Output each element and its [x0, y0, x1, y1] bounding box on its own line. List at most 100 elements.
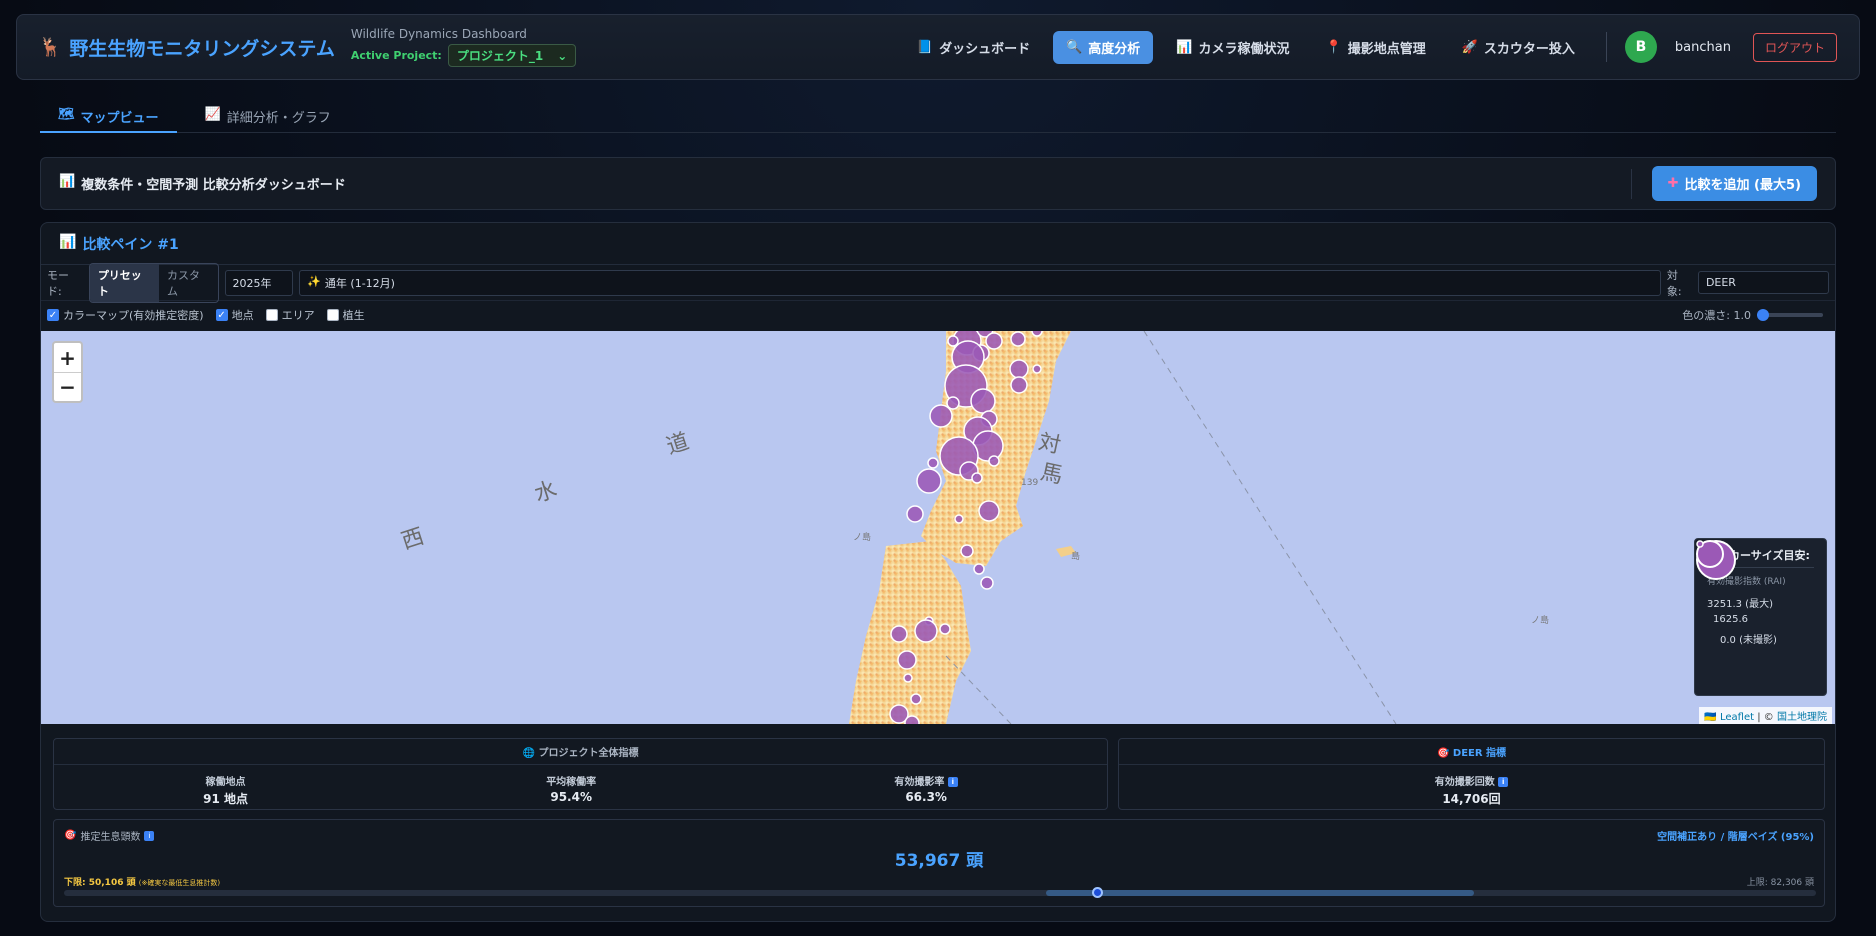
mode-label: モード: [47, 268, 69, 298]
estimate-label: 🎯 推定生息頭数 i [64, 828, 155, 843]
nav-scouter-label: スカウター投入 [1483, 41, 1575, 57]
comparison-section-bar: 📊 複数条件・空間予測 比較分析ダッシュボード ✚ 比較を追加 (最大5) [40, 157, 1836, 210]
estimate-lower-note: (※確実な最低生息推計数) [138, 879, 221, 887]
attribution-separator: | © [1757, 712, 1774, 723]
nav-dashboard[interactable]: 📘 ダッシュボード [904, 31, 1043, 64]
legend-row-zero: 0.0 (未撮影) [1696, 540, 1814, 646]
plus-icon: ✚ [1667, 176, 1679, 191]
checkbox-icon[interactable] [265, 309, 278, 321]
avatar[interactable]: B [1624, 31, 1657, 63]
estimate-point-marker [1092, 887, 1104, 898]
project-stats-columns: 稼働地点 91 地点 平均稼働率 95.4% 有効撮影率 i 66.3% [54, 765, 1107, 807]
legend-marker-zero [1696, 540, 1704, 548]
boundary-line [1143, 331, 1397, 724]
tab-detail-analysis-label: 詳細分析・グラフ [226, 111, 331, 126]
stat-operating: 稼働地点 91 地点 [203, 773, 248, 807]
mode-custom-button[interactable]: カスタム [159, 264, 218, 302]
pane-title-text: 比較ペイン #1 [82, 236, 179, 253]
main-nav: 📘 ダッシュボード 🔍 高度分析 📊 カメラ稼働状況 📍 撮影地点管理 🚀 スカ… [904, 30, 1837, 64]
legend-zero-label: 0.0 (未撮影) [1720, 635, 1777, 646]
brand[interactable]: 🦌 野生生物モニタリングシステム [39, 34, 335, 61]
tab-detail-analysis[interactable]: 📈 詳細分析・グラフ [187, 103, 349, 133]
checkbox-icon[interactable] [326, 309, 339, 321]
target-icon: 🎯 [1436, 748, 1450, 759]
stat-valid-count-label: 有効撮影回数 i [1435, 773, 1509, 788]
username: banchan [1674, 39, 1731, 55]
stat-valid-rate-label-text: 有効撮影率 [894, 777, 945, 788]
add-comparison-label: 比較を追加 (最大5) [1684, 178, 1801, 193]
map-view[interactable]: + − 道 水 西 対 馬 139 ノ島 島 ノ島 マーカーサイズ目安: 有効撮… [41, 331, 1835, 724]
area-toggle[interactable]: エリア [265, 307, 315, 323]
info-icon[interactable]: i [1498, 777, 1509, 787]
map-attribution: 🇺🇦 Leaflet | © 国土地理院 [1699, 707, 1832, 724]
colormap-toggle[interactable]: ✓ カラーマップ(有効推定密度) [47, 307, 204, 323]
project-row: Active Project: プロジェクト_1 ⌄ [350, 44, 577, 67]
vegetation-toggle[interactable]: 植生 [326, 307, 365, 323]
pin-icon: 📍 [1325, 39, 1342, 55]
stat-valid-rate-label: 有効撮影率 i [894, 773, 958, 788]
nav-dashboard-label: ダッシュボード [939, 41, 1031, 57]
add-comparison-button[interactable]: ✚ 比較を追加 (最大5) [1651, 166, 1817, 201]
map-label-islet-west: ノ島 [853, 533, 872, 543]
opacity-slider[interactable] [1757, 309, 1823, 321]
project-stats-card: 🌐 プロジェクト全体指標 稼働地点 91 地点 平均稼働率 95.4% 有効撮影… [53, 738, 1108, 810]
section-divider [1630, 168, 1632, 199]
sparkle-icon: ✨ [307, 274, 321, 288]
chevron-down-icon: ⌄ [557, 48, 568, 63]
app-header: 🦌 野生生物モニタリングシステム Wildlife Dynamics Dashb… [16, 14, 1860, 80]
zoom-in-button[interactable]: + [54, 343, 81, 372]
app-subtitle: Wildlife Dynamics Dashboard [350, 27, 527, 41]
info-icon[interactable]: i [947, 777, 958, 787]
tab-map-view[interactable]: 🗺 マップビュー [40, 103, 177, 133]
opacity-slider-knob[interactable] [1757, 309, 1769, 321]
year-select[interactable]: 2025年 [224, 269, 294, 296]
vegetation-toggle-label: 植生 [342, 309, 365, 322]
estimate-range-track [64, 887, 1816, 898]
legend-row-max: 3251.3 (最大) [1696, 540, 1814, 610]
estimate-lower-text: 下限: 50,106 頭 [64, 878, 136, 888]
line-chart-icon: 📈 [204, 107, 221, 122]
project-select[interactable]: プロジェクト_1 ⌄ [447, 44, 577, 67]
stat-avg-rate: 平均稼働率 95.4% [546, 773, 596, 807]
stat-valid-count: 有効撮影回数 i 14,706回 [1435, 773, 1509, 807]
info-icon[interactable]: i [144, 830, 155, 841]
nav-location-management[interactable]: 📍 撮影地点管理 [1313, 31, 1439, 64]
nav-camera-status[interactable]: 📊 カメラ稼働状況 [1163, 31, 1302, 64]
project-label: Active Project: [350, 49, 442, 62]
nav-scouter[interactable]: 🚀 スカウター投入 [1449, 31, 1588, 64]
estimate-range-fill [1045, 890, 1475, 896]
rocket-icon: 🚀 [1461, 39, 1478, 55]
opacity-label: 色の濃さ: 1.0 [1682, 309, 1751, 322]
leaflet-link[interactable]: Leaflet [1720, 712, 1754, 723]
pane-title: 📊 比較ペイン #1 [59, 234, 179, 254]
stat-valid-rate-value: 66.3% [905, 790, 947, 804]
section-title: 📊 複数条件・空間予測 比較分析ダッシュボード [59, 174, 346, 193]
zoom-control: + − [52, 341, 83, 403]
nav-advanced-analysis[interactable]: 🔍 高度分析 [1053, 30, 1154, 64]
stat-valid-count-value: 14,706回 [1442, 792, 1501, 806]
estimate-upper-bound: 上限: 82,306 頭 [1746, 878, 1814, 888]
project-stats-header: 🌐 プロジェクト全体指標 [54, 739, 1107, 765]
mode-preset-button[interactable]: プリセット [89, 263, 159, 302]
map-label-islet-east: 島 [1071, 552, 1081, 562]
zoom-out-button[interactable]: − [54, 372, 81, 401]
target-select[interactable]: DEER [1697, 271, 1829, 294]
legend-row-mid: 1625.6 [1696, 540, 1814, 625]
period-select[interactable]: ✨ 通年 (1-12月) [299, 269, 1661, 296]
estimate-value: 53,967 頭 [894, 851, 984, 871]
stat-operating-value: 91 地点 [203, 792, 248, 806]
species-stats-header: 🎯 DEER 指標 [1119, 739, 1824, 765]
logout-button[interactable]: ログアウト [1752, 32, 1837, 62]
stat-avg-rate-label: 平均稼働率 [546, 777, 597, 788]
view-tabs: 🗺 マップビュー 📈 詳細分析・グラフ [40, 103, 1836, 133]
brand-subtitle-block: Wildlife Dynamics Dashboard Active Proje… [350, 27, 577, 67]
section-title-text: 複数条件・空間予測 比較分析ダッシュボード [81, 178, 346, 193]
pane-controls: モード: プリセット カスタム 2025年 ✨ 通年 (1-12月) 対象: D… [41, 262, 1835, 303]
population-estimate-card: 🎯 推定生息頭数 i 空間補正あり / 階層ベイズ (95%) 53,967 頭… [53, 819, 1825, 907]
nav-camera-status-label: カメラ稼働状況 [1198, 41, 1290, 57]
checkbox-checked-icon[interactable]: ✓ [47, 309, 59, 321]
checkbox-checked-icon[interactable]: ✓ [215, 309, 228, 321]
nav-advanced-analysis-label: 高度分析 [1088, 41, 1141, 57]
gsi-link[interactable]: 国土地理院 [1777, 712, 1827, 723]
points-toggle[interactable]: ✓ 地点 [215, 307, 254, 323]
